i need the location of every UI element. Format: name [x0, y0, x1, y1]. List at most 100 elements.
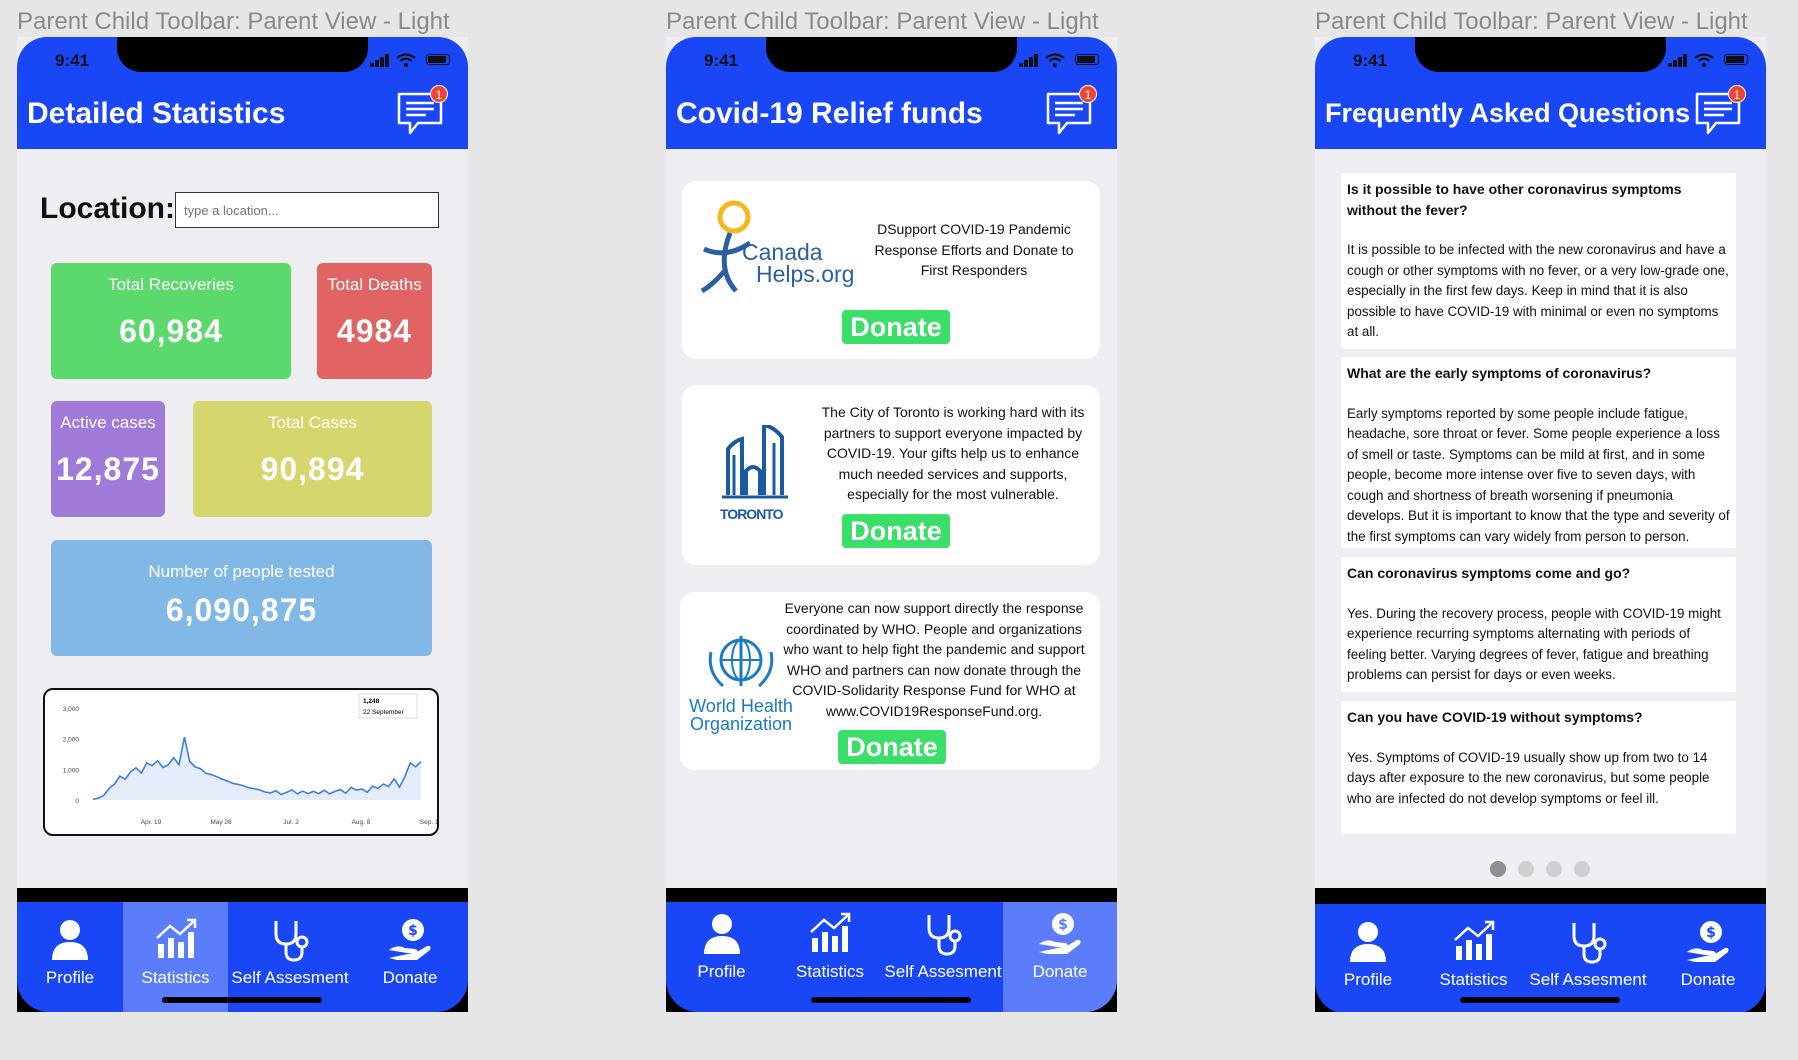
- donation-card-canadahelps: Canada Helps.org DSupport COVID-19 Pande…: [682, 181, 1100, 359]
- stat-value: 60,984: [119, 313, 223, 349]
- donate-button[interactable]: Donate: [838, 730, 946, 764]
- faq-question: Can coronavirus symptoms come and go?: [1347, 565, 1631, 581]
- notification-badge: 1: [1728, 85, 1746, 103]
- status-icons: [1668, 53, 1748, 69]
- tab-self-assesment[interactable]: Self Assesment: [883, 902, 1003, 1012]
- stat-value: 12,875: [56, 451, 160, 487]
- person-icon: [52, 920, 88, 960]
- home-indicator: [1460, 997, 1620, 1003]
- stethoscope-icon: [274, 921, 309, 962]
- tab-self-assesment[interactable]: Self Assesment: [1526, 904, 1650, 1012]
- status-bar: 9:41: [1315, 37, 1766, 81]
- toronto-logo: TORONTO: [720, 422, 800, 522]
- logo-text: Canada: [742, 239, 823, 265]
- total-recoveries-card: Total Recoveries 60,984: [51, 263, 291, 379]
- page-indicator-dot[interactable]: [1546, 861, 1562, 877]
- faq-question: Can you have COVID-19 without symptoms?: [1347, 709, 1643, 725]
- stat-value: 6,090,875: [165, 592, 318, 628]
- tab-donate[interactable]: $ Donate: [1650, 904, 1766, 1012]
- tab-label: Self Assesment: [884, 962, 1002, 981]
- canadahelps-logo: Canada Helps.org: [696, 199, 866, 299]
- wifi-icon: [1694, 53, 1714, 67]
- tab-self-assesment[interactable]: Self Assesment: [228, 902, 352, 1012]
- stat-label: Total Deaths: [327, 275, 422, 294]
- tab-label: Profile: [697, 962, 746, 981]
- donate-button[interactable]: Donate: [842, 514, 950, 548]
- series-area: [93, 737, 421, 800]
- tooltip-value: 1,248: [363, 698, 380, 705]
- line-chart: 3,000 2,000 1,000 0 Apr. 19 May 26 Jul. 2 Aug. …: [63, 693, 443, 826]
- active-cases-card: Active cases 12,875: [51, 401, 165, 517]
- wifi-icon: [1045, 53, 1065, 67]
- person-icon: [1350, 922, 1386, 962]
- tab-bar: Profile Statistics Self Assesment $ Dona…: [1315, 904, 1766, 1012]
- status-time: 9:41: [704, 51, 739, 70]
- chart-icon: [810, 912, 851, 952]
- messages-button[interactable]: 1: [1045, 85, 1097, 135]
- x-tick-label: May 26: [210, 819, 232, 826]
- tab-donate[interactable]: $ Donate: [352, 902, 468, 1012]
- frame-label: Parent Child Toolbar: Parent View - Ligh…: [1315, 8, 1748, 35]
- battery-icon: [426, 54, 450, 65]
- stat-value: 4984: [336, 313, 413, 349]
- donate-button[interactable]: Donate: [842, 310, 950, 344]
- y-tick-label: 1,000: [63, 767, 80, 774]
- location-input[interactable]: [175, 192, 439, 228]
- frame-label: Parent Child Toolbar: Parent View - Ligh…: [666, 8, 1099, 35]
- faq-screen: 9:41 Frequently Asked Questions 1 Is it …: [1315, 37, 1766, 1012]
- faq-item: What are the early symptoms of coronavir…: [1341, 357, 1736, 548]
- home-indicator: [811, 997, 971, 1003]
- logo-text: Helps.org: [756, 261, 855, 287]
- donation-card-toronto: TORONTO The City of Toronto is working h…: [682, 385, 1100, 565]
- people-tested-card: Number of people tested 6,090,875: [51, 540, 432, 656]
- chart-tooltip: 1,248 22 September: [358, 693, 418, 719]
- statistics-screen: 9:41 Detailed Statistics 1 Location: Tot…: [17, 37, 468, 1012]
- messages-button[interactable]: 1: [396, 85, 448, 135]
- stat-label: Total Recoveries: [108, 275, 234, 294]
- donate-hand-icon: $: [1687, 921, 1729, 962]
- status-bar: 9:41: [666, 37, 1117, 81]
- tab-label: Donate: [1032, 962, 1088, 981]
- svg-text:$: $: [408, 923, 418, 939]
- status-bar: 9:41: [17, 37, 468, 81]
- chart-icon: [155, 918, 196, 958]
- donation-description: DSupport COVID-19 Pandemic Response Effo…: [874, 221, 1074, 278]
- total-deaths-card: Total Deaths 4984: [317, 263, 432, 379]
- battery-icon: [1075, 54, 1099, 65]
- x-tick-label: Jul. 2: [283, 819, 299, 826]
- donation-card-who: World Health Organization Everyone can n…: [680, 592, 1100, 770]
- tab-statistics[interactable]: Statistics: [777, 902, 883, 1012]
- tab-label: Statistics: [1439, 970, 1508, 989]
- tab-bar: Profile Statistics Self Assesment $ Dona…: [17, 902, 468, 1012]
- faq-answer: Yes. During the recovery process, people…: [1347, 605, 1721, 683]
- page-title: Frequently Asked Questions: [1325, 98, 1691, 128]
- tab-profile[interactable]: Profile: [17, 902, 123, 1012]
- tab-profile[interactable]: Profile: [1315, 904, 1421, 1012]
- tab-profile[interactable]: Profile: [666, 902, 777, 1012]
- status-time: 9:41: [1353, 51, 1388, 70]
- status-icons: [370, 53, 450, 69]
- stat-label: Active cases: [60, 413, 156, 432]
- tab-statistics[interactable]: Statistics: [1421, 904, 1526, 1012]
- page-indicator-dot[interactable]: [1574, 861, 1590, 877]
- logo-text: TORONTO: [720, 506, 784, 522]
- messages-button[interactable]: 1: [1694, 85, 1746, 135]
- stethoscope-icon: [1572, 923, 1607, 964]
- tab-donate[interactable]: $ Donate: [1003, 902, 1117, 1012]
- tab-label: Profile: [1343, 970, 1393, 989]
- tab-statistics[interactable]: Statistics: [123, 902, 228, 1012]
- relief-funds-screen: 9:41 Covid-19 Relief funds 1 Canada Help…: [666, 37, 1117, 1012]
- status-time: 9:41: [55, 51, 90, 70]
- page-title: Detailed Statistics: [27, 97, 286, 130]
- stat-label: Total Cases: [268, 413, 357, 432]
- page-indicator-dot[interactable]: [1490, 861, 1506, 877]
- faq-answer: Early symptoms reported by some people i…: [1347, 405, 1730, 544]
- faq-answer: Yes. Symptoms of COVID-19 usually show u…: [1347, 749, 1710, 806]
- tab-label: Self Assesment: [1529, 970, 1647, 989]
- page-indicator-dot[interactable]: [1518, 861, 1534, 877]
- frame-label: Parent Child Toolbar: Parent View - Ligh…: [17, 8, 450, 35]
- cases-chart: 3,000 2,000 1,000 0 Apr. 19 May 26 Jul. 2 Aug. …: [43, 688, 443, 836]
- notification-badge: 1: [430, 85, 448, 103]
- tab-label: Statistics: [141, 968, 210, 987]
- stat-value: 90,894: [260, 451, 365, 487]
